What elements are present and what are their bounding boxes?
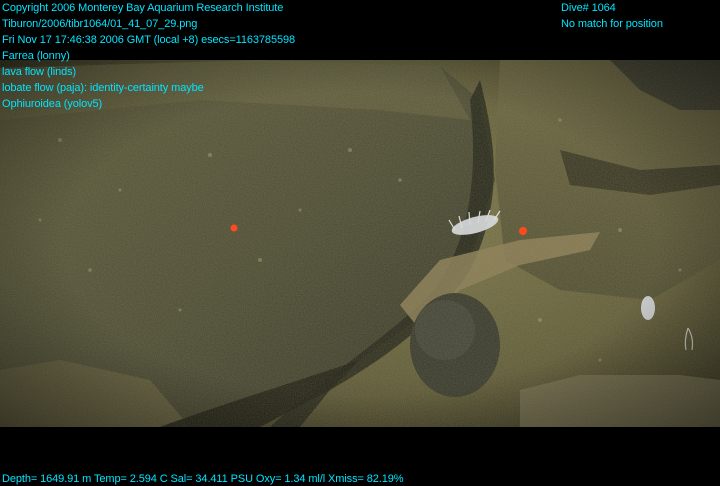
annotation-label: lava flow (linds)	[2, 66, 77, 78]
seafloor-scene	[0, 60, 720, 427]
annotation-overlay: Copyright 2006 Monterey Bay Aquarium Res…	[2, 0, 522, 112]
timestamp-text: Fri Nov 17 17:46:38 2006 GMT (local +8) …	[2, 34, 296, 46]
seafloor-image	[0, 60, 720, 427]
annotation-label: lobate flow (paja): identity-certainty m…	[2, 82, 204, 94]
video-frame: Copyright 2006 Monterey Bay Aquarium Res…	[0, 0, 720, 486]
copyright-text: Copyright 2006 Monterey Bay Aquarium Res…	[2, 2, 284, 14]
dive-info-overlay: Dive# 1064 No match for position	[561, 0, 719, 32]
position-status-text: No match for position	[561, 18, 663, 30]
dive-number-text: Dive# 1064	[561, 2, 616, 14]
file-path-text: Tiburon/2006/tibr1064/01_41_07_29.png	[2, 18, 198, 30]
annotation-label: Farrea (lonny)	[2, 50, 70, 62]
telemetry-text: Depth= 1649.91 m Temp= 2.594 C Sal= 34.4…	[2, 473, 404, 485]
annotation-label: Ophiuroidea (yolov5)	[2, 98, 103, 110]
telemetry-overlay: Depth= 1649.91 m Temp= 2.594 C Sal= 34.4…	[2, 471, 718, 486]
